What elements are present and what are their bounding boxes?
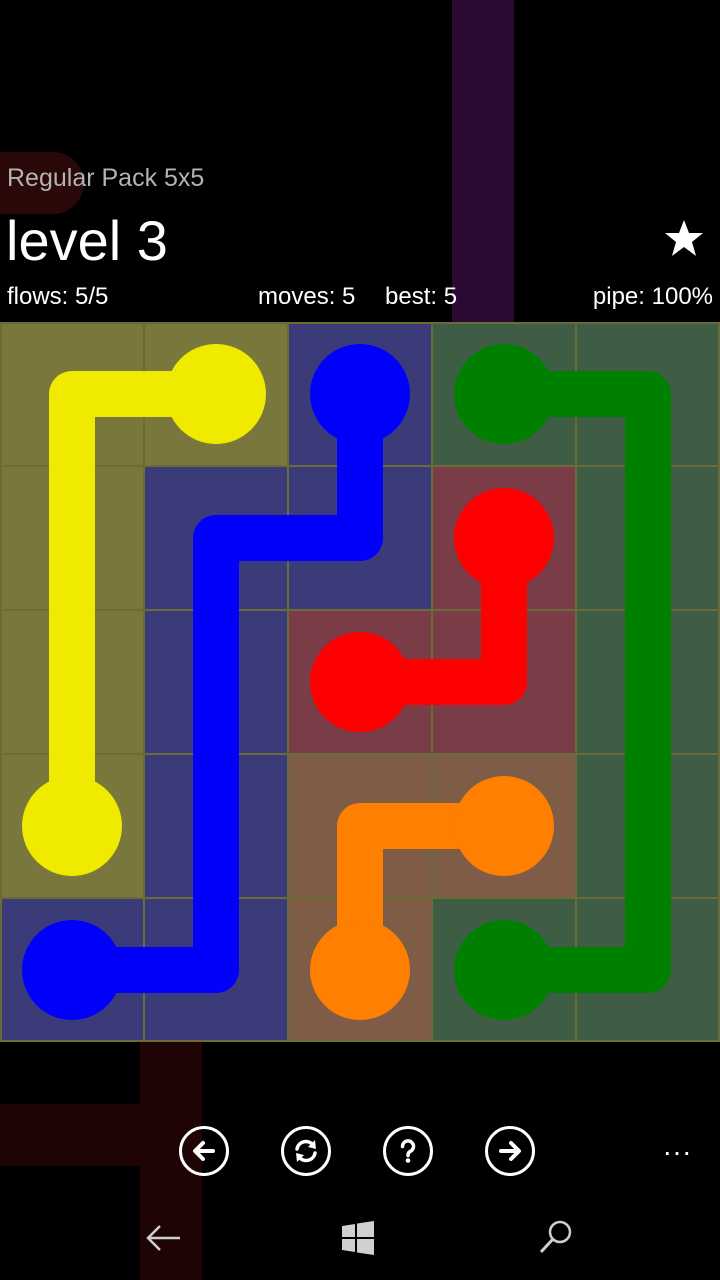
- star-icon[interactable]: [662, 216, 706, 260]
- back-button[interactable]: [140, 1214, 188, 1262]
- blue-endpoint-dot[interactable]: [22, 920, 122, 1020]
- home-button[interactable]: [334, 1214, 382, 1262]
- blue-endpoint-dot[interactable]: [310, 344, 410, 444]
- pack-title: Regular Pack 5x5: [7, 164, 205, 192]
- flows-counter: flows: 5/5: [7, 283, 109, 310]
- pipe-percentage: pipe: 100%: [592, 283, 713, 310]
- help-icon: [400, 1139, 416, 1163]
- search-icon: [539, 1220, 572, 1254]
- yellow-endpoint-dot[interactable]: [22, 776, 122, 876]
- previous-level-button[interactable]: [179, 1126, 229, 1176]
- level-title: level 3: [6, 209, 168, 272]
- game-board[interactable]: [0, 322, 720, 1042]
- arrow-left-icon: [193, 1141, 215, 1161]
- restart-icon: [295, 1139, 317, 1163]
- red-endpoint-dot[interactable]: [454, 488, 554, 588]
- background-decoration-red: [0, 1104, 202, 1166]
- back-icon: [146, 1225, 180, 1251]
- moves-counter: moves: 5: [258, 283, 356, 310]
- next-level-button[interactable]: [485, 1126, 535, 1176]
- arrow-right-icon: [499, 1141, 521, 1161]
- red-endpoint-dot[interactable]: [310, 632, 410, 732]
- search-button[interactable]: [532, 1214, 580, 1262]
- windows-icon: [342, 1221, 374, 1255]
- green-endpoint-dot[interactable]: [454, 344, 554, 444]
- hint-button[interactable]: [383, 1126, 433, 1176]
- green-endpoint-dot[interactable]: [454, 920, 554, 1020]
- restart-button[interactable]: [281, 1126, 331, 1176]
- orange-endpoint-dot[interactable]: [310, 920, 410, 1020]
- best-score: best: 5: [385, 283, 458, 310]
- more-options-button[interactable]: ...: [652, 1132, 704, 1168]
- yellow-endpoint-dot[interactable]: [166, 344, 266, 444]
- background-decoration-purple: [452, 0, 514, 322]
- orange-endpoint-dot[interactable]: [454, 776, 554, 876]
